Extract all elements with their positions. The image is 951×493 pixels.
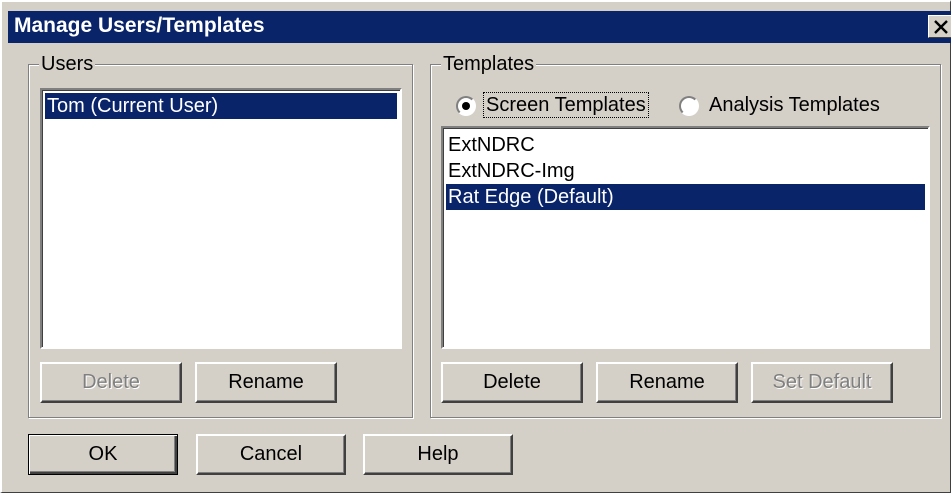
users-group: Users Tom (Current User) Delete Rename — [28, 52, 413, 418]
help-label: Help — [417, 443, 459, 465]
templates-listbox[interactable]: ExtNDRC ExtNDRC-Img Rat Edge (Default) — [441, 126, 930, 349]
help-button[interactable]: Help — [363, 434, 513, 475]
ok-button[interactable]: OK — [28, 434, 178, 475]
ok-label: OK — [88, 443, 118, 465]
list-item[interactable]: ExtNDRC-Img — [446, 158, 925, 184]
templates-rename-label: Rename — [629, 371, 705, 393]
templates-group-label: Templates — [441, 52, 537, 76]
close-icon — [934, 20, 948, 34]
screen-templates-label: Screen Templates — [483, 92, 649, 118]
screen-templates-radio[interactable]: Screen Templates — [456, 92, 666, 122]
window-title: Manage Users/Templates — [14, 14, 265, 37]
radio-button — [456, 96, 476, 116]
list-item[interactable]: Rat Edge (Default) — [446, 184, 925, 210]
set-default-label: Set Default — [772, 371, 872, 393]
list-item[interactable]: Tom (Current User) — [45, 93, 397, 119]
analysis-templates-label: Analysis Templates — [709, 94, 880, 116]
analysis-templates-radio[interactable]: Analysis Templates — [679, 92, 919, 122]
close-button[interactable] — [928, 15, 951, 38]
radio-selected-dot — [462, 102, 470, 110]
radio-button — [679, 96, 699, 116]
templates-delete-label: Delete — [483, 371, 541, 393]
title-bar[interactable]: Manage Users/Templates — [8, 11, 951, 43]
cancel-label: Cancel — [239, 443, 303, 465]
set-default-button[interactable]: Set Default — [751, 362, 893, 403]
users-delete-button[interactable]: Delete — [40, 362, 182, 403]
templates-delete-button[interactable]: Delete — [441, 362, 583, 403]
users-delete-label: Delete — [82, 371, 140, 393]
users-group-label: Users — [39, 52, 96, 76]
templates-group: Templates Screen Templates Analysis Temp… — [430, 52, 941, 418]
cancel-button[interactable]: Cancel — [196, 434, 346, 475]
users-rename-label: Rename — [228, 371, 304, 393]
users-listbox[interactable]: Tom (Current User) — [40, 88, 402, 349]
users-rename-button[interactable]: Rename — [195, 362, 337, 403]
list-item[interactable]: ExtNDRC — [446, 132, 925, 158]
templates-rename-button[interactable]: Rename — [596, 362, 738, 403]
manage-users-templates-dialog: Manage Users/Templates Users Tom (Curren… — [0, 0, 951, 493]
